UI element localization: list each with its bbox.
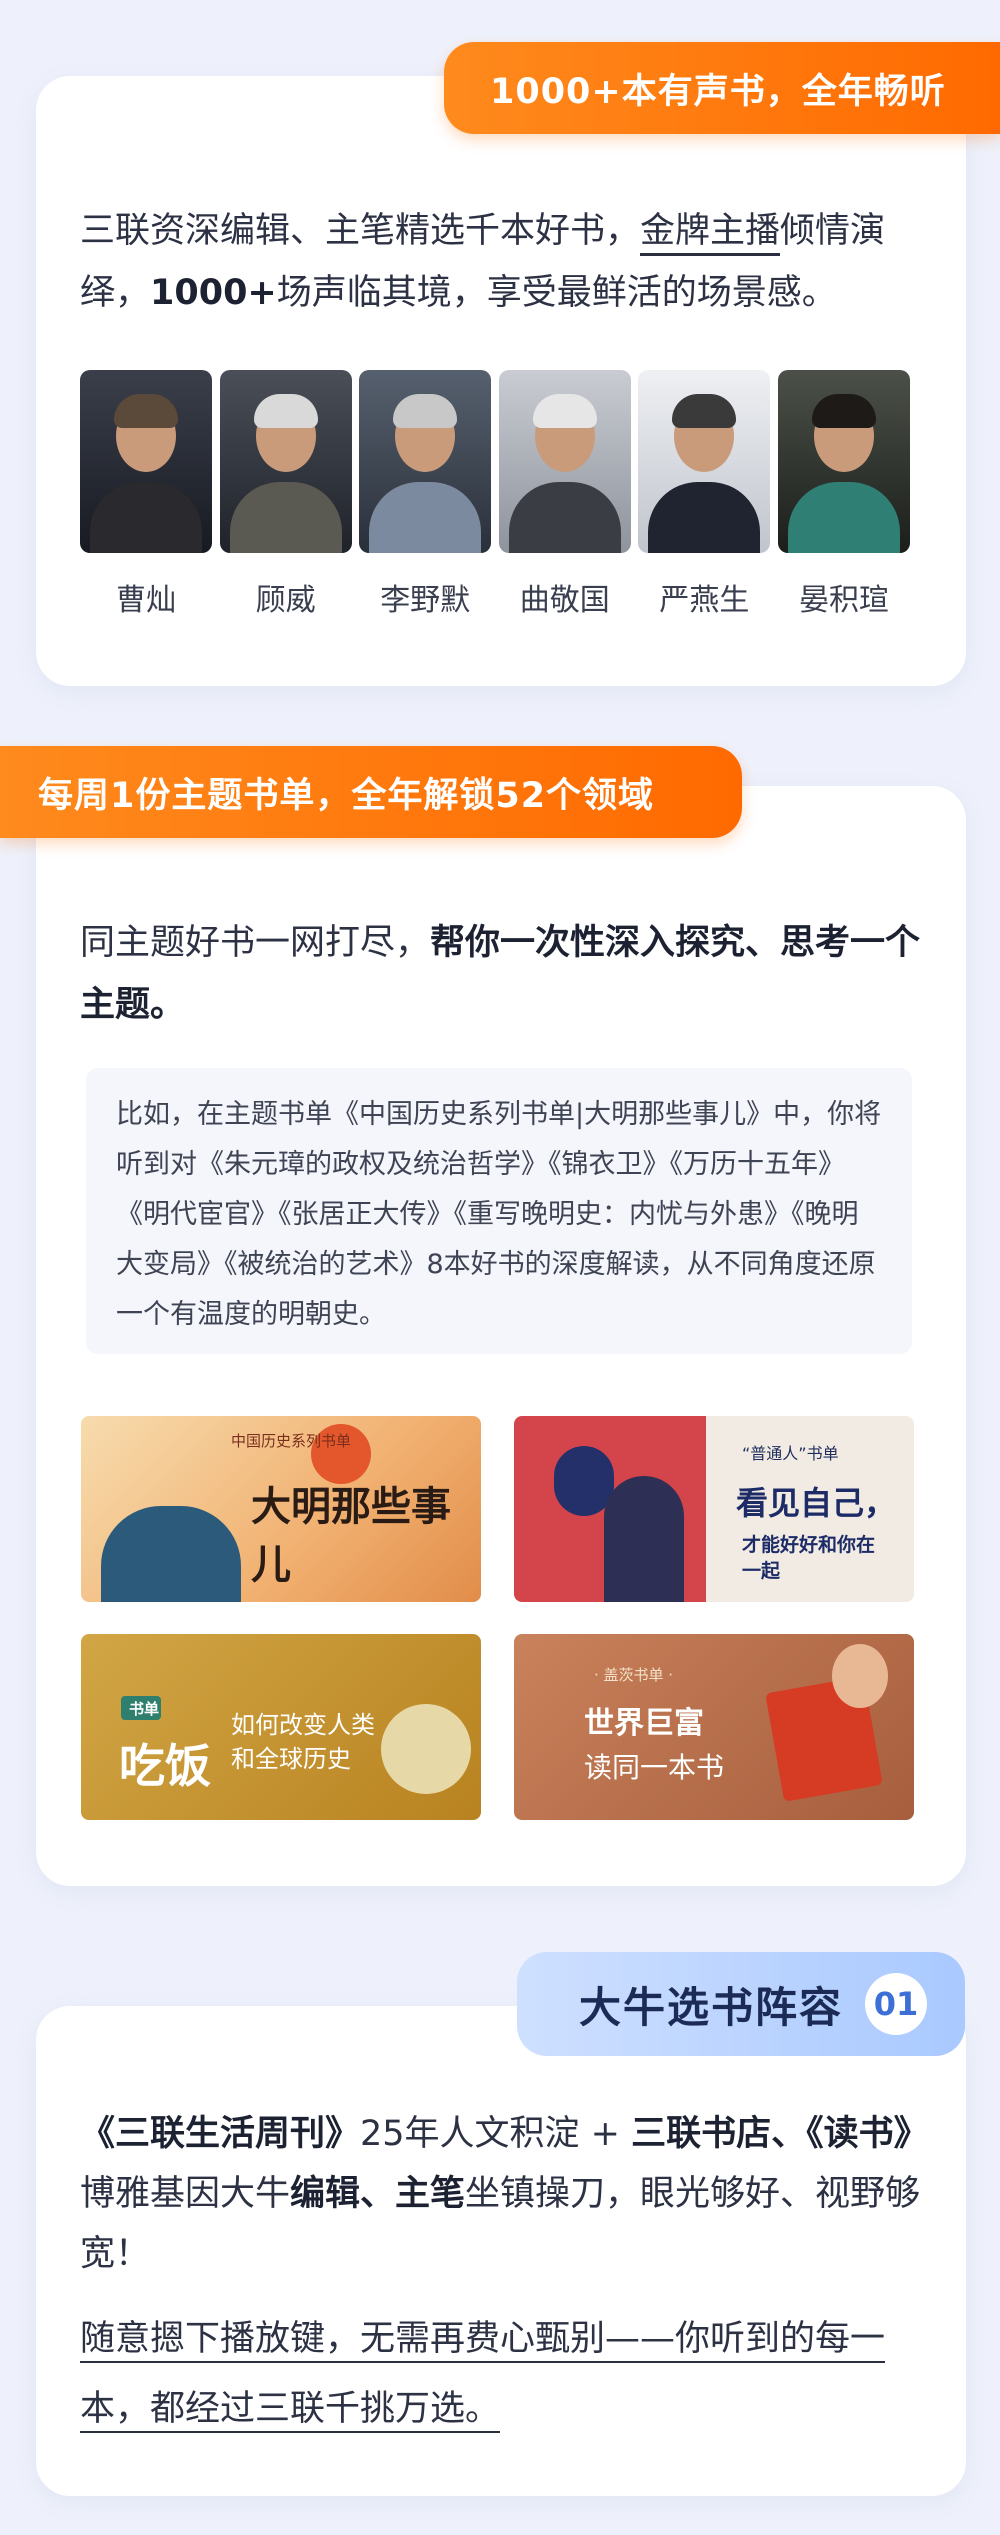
narrator-card[interactable]: 顾威 <box>219 370 352 619</box>
booklist-banner-food[interactable]: 书单 吃饭 如何改变人类和全球历史 <box>81 1634 481 1820</box>
booklist-tag: 每周1份主题书单，全年解锁52个领域 <box>0 746 742 838</box>
narrator-name: 曹灿 <box>116 583 176 618</box>
narrator-photo <box>638 370 771 553</box>
narrator-card[interactable]: 曹灿 <box>80 370 212 619</box>
booklist-banner-gates[interactable]: · 盖茨书单 · 世界巨富 读同一本书 <box>514 1634 914 1820</box>
narrator-list: 曹灿 顾威 李野默 曲敬国 严燕生 晏积瑄 <box>80 370 910 619</box>
booklist-example-quote: 比如，在主题书单《中国历史系列书单|大明那些事儿》中，你将听到对《朱元璋的政权及… <box>86 1068 912 1354</box>
selection-team-tag: 大牛选书阵容 01 <box>517 1952 965 2056</box>
section-number-badge: 01 <box>865 1973 927 2035</box>
narrator-name: 曲敬国 <box>519 583 610 618</box>
booklist-banner-ming[interactable]: 中国历史系列书单 大明那些事儿 <box>81 1416 481 1602</box>
narrator-photo <box>498 370 631 553</box>
narrator-name: 晏积瑄 <box>798 583 889 618</box>
selection-team-description: 《三联生活周刊》25年人文积淀 + 三联书店、《读书》博雅基因大牛编辑、主笔坐镇… <box>80 2114 929 2274</box>
audiobook-description: 三联资深编辑、主笔精选千本好书，金牌主播倾情演绎，1000+场声临其境，享受最鲜… <box>80 211 886 313</box>
gold-narrator-highlight: 金牌主播 <box>640 211 781 256</box>
narrator-card[interactable]: 李野默 <box>359 370 492 619</box>
narrator-card[interactable]: 严燕生 <box>638 370 771 619</box>
narrator-name: 李野默 <box>380 583 471 618</box>
booklist-banner-ordinary-people[interactable]: “普通人”书单 看见自己， 才能好好和你在一起 <box>514 1416 914 1602</box>
narrator-photo <box>359 370 492 553</box>
narrator-photo <box>219 370 352 553</box>
narrator-photo <box>80 370 212 553</box>
narrator-name: 顾威 <box>255 583 316 618</box>
narrator-photo <box>777 370 910 553</box>
selection-team-note: 随意摁下播放键，无需再费心甄别——你听到的每一本，都经过三联千挑万选。 <box>80 2304 930 2444</box>
narrator-name: 严燕生 <box>659 583 750 618</box>
narrator-card[interactable]: 晏积瑄 <box>777 370 910 619</box>
booklist-intro: 同主题好书一网打尽，帮你一次性深入探究、思考一个主题。 <box>80 923 921 1025</box>
audiobook-tag: 1000+本有声书，全年畅听 <box>444 42 1000 134</box>
narrator-card[interactable]: 曲敬国 <box>498 370 631 619</box>
